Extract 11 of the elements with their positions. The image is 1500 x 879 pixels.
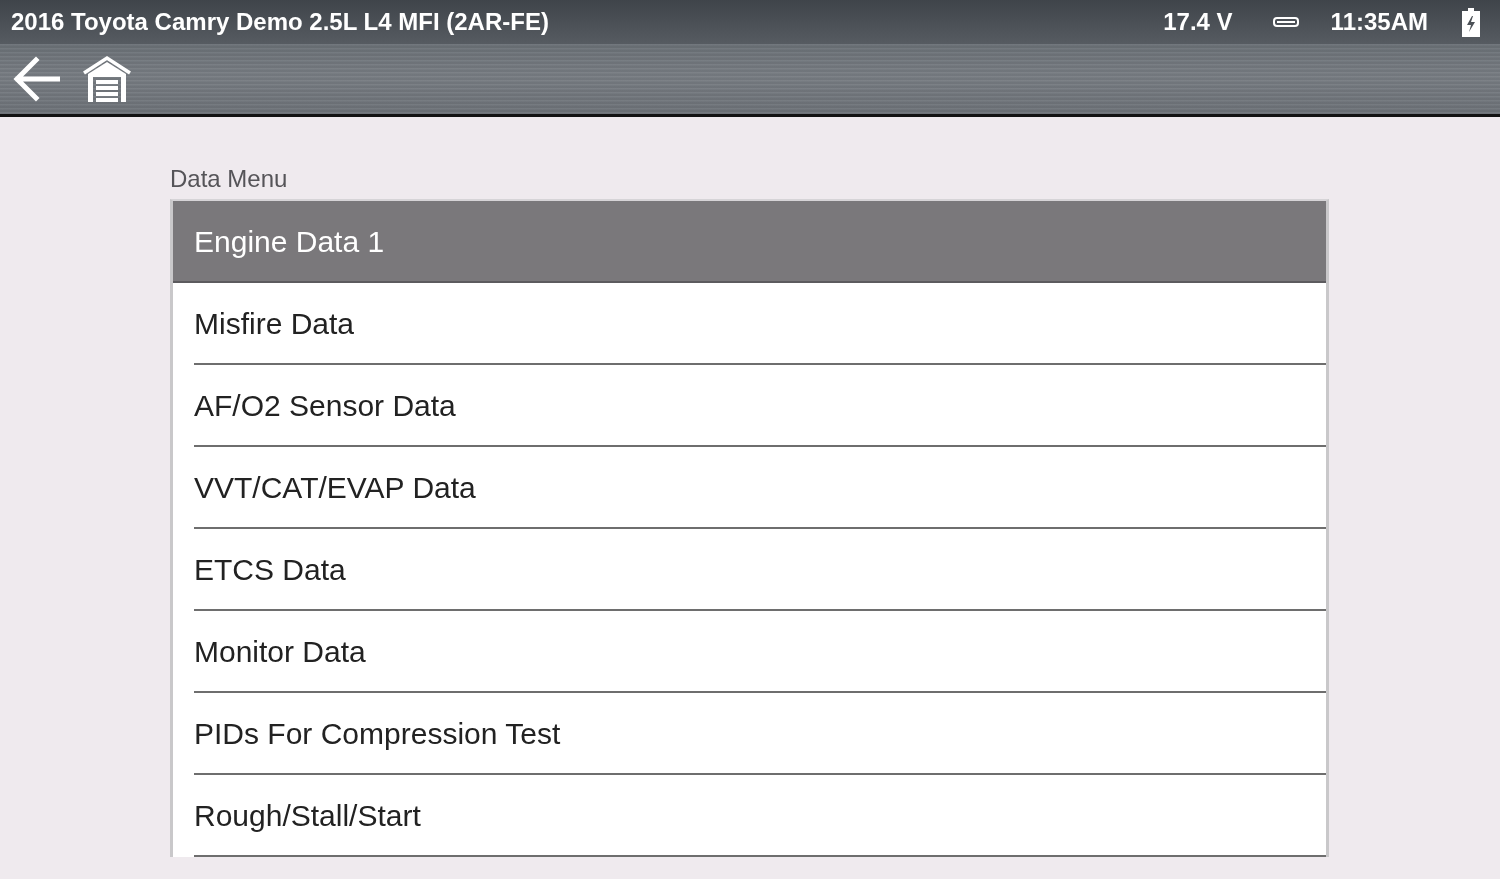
- battery-charging-icon: [1462, 7, 1480, 37]
- garage-icon: [82, 55, 132, 103]
- usb-connector-icon: [1272, 17, 1299, 27]
- vehicle-title: 2016 Toyota Camry Demo 2.5L L4 MFI (2AR-FE): [11, 8, 550, 36]
- home-button[interactable]: [82, 55, 132, 103]
- clock-time: 11:35AM: [1330, 8, 1428, 36]
- back-arrow-icon: [12, 56, 60, 102]
- voltage-reading: 17.4 V: [1163, 8, 1233, 36]
- menu-item[interactable]: Engine Data 1: [173, 201, 1326, 283]
- menu-title: Data Menu: [170, 165, 288, 193]
- back-button[interactable]: [12, 56, 60, 102]
